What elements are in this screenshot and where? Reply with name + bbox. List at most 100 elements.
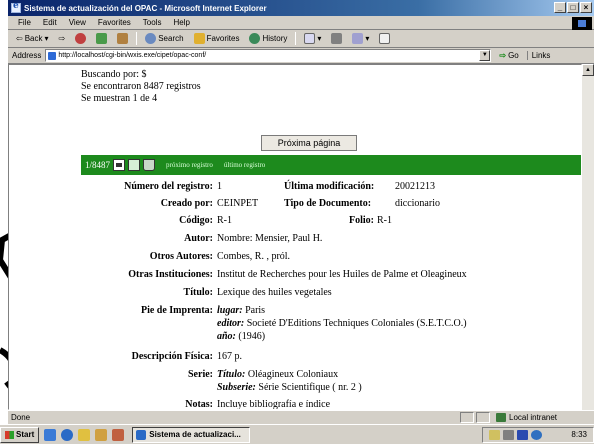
explorer-icon[interactable] <box>95 428 108 441</box>
series-title: Título: Oléagineux Coloniaux <box>217 369 338 381</box>
last-record-link[interactable]: último registro <box>224 161 265 169</box>
next-page-button[interactable]: Próxima página <box>261 135 357 151</box>
last-modified-value: 20021213 <box>395 181 435 192</box>
maximize-button[interactable]: □ <box>567 2 579 13</box>
window-title: Sistema de actualización del OPAC - Micr… <box>24 3 267 13</box>
status-text: Done <box>11 413 31 422</box>
vertical-scrollbar[interactable]: ▲ <box>582 64 594 410</box>
series-title-sublabel: Título: <box>217 369 246 380</box>
other-institutions-label: Otras Instituciones: <box>128 269 213 280</box>
chevron-down-icon[interactable]: ▼ <box>479 50 491 61</box>
menu-tools[interactable]: Tools <box>137 18 168 27</box>
year-value: (1946) <box>238 331 266 342</box>
author-value: Nombre: Mensier, Paul H. <box>217 233 323 244</box>
stop-icon <box>75 33 87 44</box>
start-button[interactable]: Start <box>0 426 40 443</box>
next-record-link[interactable]: próximo registro <box>166 161 213 169</box>
place-value: Paris <box>245 305 266 316</box>
imprint-place: lugar: Paris <box>217 305 265 317</box>
forward-arrow-icon: ⇨ <box>58 34 66 43</box>
discuss-icon <box>379 33 391 44</box>
windows-logo-icon <box>572 17 592 30</box>
delete-record-icon[interactable] <box>143 159 156 171</box>
record-counter: 1/8487 <box>85 160 111 170</box>
menu-help[interactable]: Help <box>167 18 195 27</box>
title-bar: Sistema de actualización del OPAC - Micr… <box>8 0 594 16</box>
chevron-down-icon: ▾ <box>44 34 49 43</box>
title-label: Título: <box>183 287 213 298</box>
document-type-value: diccionario <box>395 198 440 209</box>
close-button[interactable]: × <box>580 2 592 13</box>
language-icon[interactable] <box>517 429 528 440</box>
page-content: Buscando por: $ Se encontraron 8487 regi… <box>8 64 582 410</box>
refresh-button[interactable] <box>92 33 111 44</box>
subseries-sublabel: Subserie: <box>217 382 256 393</box>
volume-icon[interactable] <box>503 429 514 440</box>
network-icon[interactable] <box>489 429 500 440</box>
edit-record-icon[interactable] <box>128 159 141 171</box>
record-nav-bar: 1/8487 próximo registro último registro <box>81 155 581 175</box>
back-arrow-icon: ⇦ <box>16 34 23 43</box>
windows-logo-icon <box>5 430 14 439</box>
toolbar-divider <box>295 32 297 45</box>
go-label: Go <box>508 51 519 60</box>
menu-favorites[interactable]: Favorites <box>92 18 137 27</box>
notes-value: Incluye bibliografía e índice <box>217 399 331 410</box>
place-sublabel: lugar: <box>217 305 243 316</box>
system-tray: 8:33 <box>482 426 594 443</box>
favorites-label: Favorites <box>206 34 240 43</box>
edit-button[interactable]: ▾ <box>348 33 373 44</box>
code-label: Código: <box>179 215 213 226</box>
author-label: Autor: <box>184 233 213 244</box>
edit-icon <box>352 33 364 44</box>
other-institutions-value: Institut de Recherches pour les Huiles d… <box>217 269 467 280</box>
notes-label: Notas: <box>185 399 213 410</box>
series-subseries: Subserie: Série Scientifique ( nr. 2 ) <box>217 382 362 394</box>
desktop-icon[interactable] <box>44 428 57 441</box>
search-by-text: Buscando por: $ <box>81 69 147 80</box>
history-button[interactable]: History <box>245 33 291 44</box>
minimize-button[interactable]: _ <box>554 2 566 13</box>
search-button[interactable]: Search <box>141 33 187 44</box>
ie-quicklaunch-icon[interactable] <box>61 428 74 441</box>
search-summary: Buscando por: $ Se encontraron 8487 regi… <box>81 69 201 105</box>
record-details: Número del registro: 1 Última modificaci… <box>9 179 581 410</box>
mail-button[interactable]: ▾ <box>300 33 325 44</box>
other-authors-value: Combes, R. , pról. <box>217 251 291 262</box>
back-label: Back <box>24 34 43 43</box>
history-icon <box>249 33 261 44</box>
menu-file[interactable]: File <box>12 18 37 27</box>
other-authors-label: Otros Autores: <box>149 251 213 262</box>
favorites-button[interactable]: Favorites <box>190 33 244 44</box>
print-button[interactable] <box>327 33 346 44</box>
intranet-icon <box>496 413 506 422</box>
found-count-text: Se encontraron 8487 registros <box>81 81 201 92</box>
app-icon[interactable] <box>112 428 125 441</box>
taskbar-ie-window[interactable]: Sistema de actualizaci... <box>132 426 251 443</box>
antivirus-icon[interactable] <box>531 429 542 440</box>
imprint-label: Pie de Imprenta: <box>140 305 213 316</box>
go-button[interactable]: ⇨ Go <box>495 51 522 60</box>
address-input[interactable]: http://localhost/cgi-bin/wxis.exe/cipet/… <box>45 49 492 62</box>
home-button[interactable] <box>113 33 132 44</box>
links-button[interactable]: Links <box>526 51 555 60</box>
menu-edit[interactable]: Edit <box>37 18 63 27</box>
select-record-icon[interactable] <box>113 159 126 171</box>
menu-view[interactable]: View <box>63 18 92 27</box>
home-icon <box>117 33 129 44</box>
forward-button[interactable]: ⇨ <box>55 34 70 43</box>
chevron-down-icon: ▾ <box>365 34 370 43</box>
ie-icon <box>136 429 147 440</box>
outlook-icon[interactable] <box>78 428 91 441</box>
search-icon <box>145 33 157 44</box>
taskbar: Start Sistema de actualizaci... 8:33 <box>0 424 594 444</box>
address-url: http://localhost/cgi-bin/wxis.exe/cipet/… <box>58 52 207 59</box>
clock: 8:33 <box>571 430 587 439</box>
back-button[interactable]: ⇦ Back ▾ <box>12 34 53 43</box>
mail-icon <box>304 33 316 44</box>
physical-description-label: Descripción Física: <box>131 351 213 362</box>
print-icon <box>331 33 343 44</box>
discuss-button[interactable] <box>375 33 394 44</box>
scroll-up-icon[interactable]: ▲ <box>582 64 594 76</box>
stop-button[interactable] <box>71 33 90 44</box>
